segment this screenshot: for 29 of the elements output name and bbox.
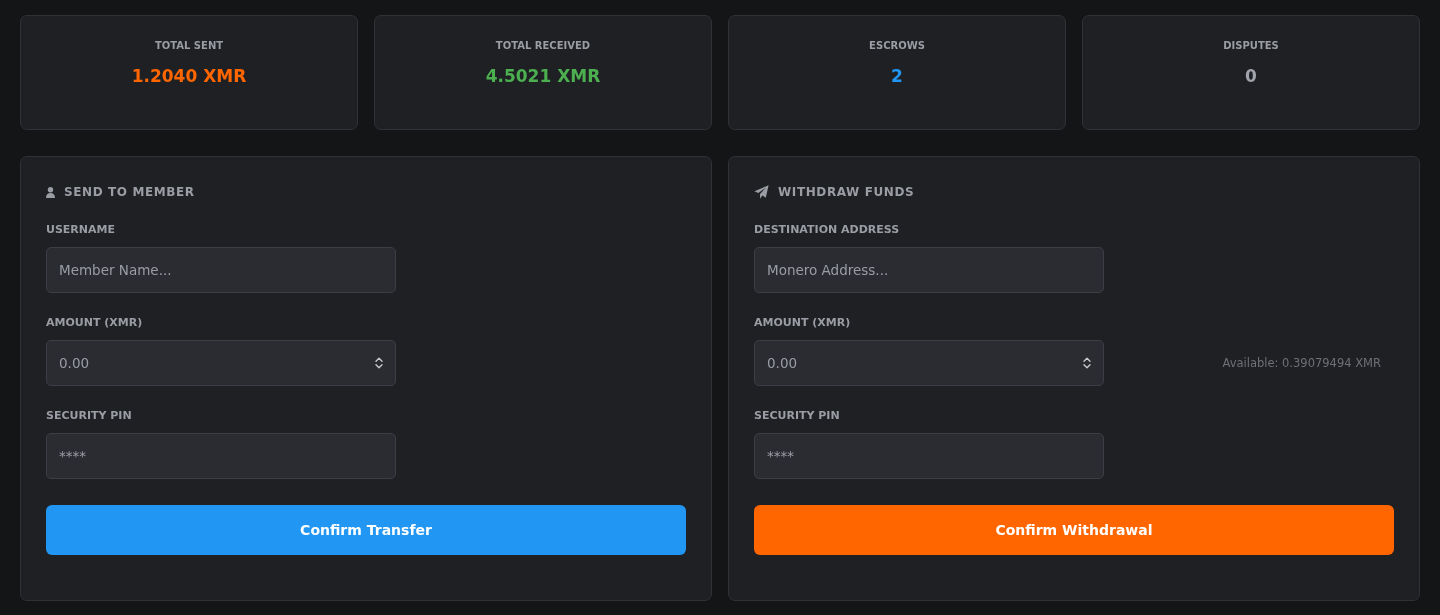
stat-value: 4.5021 XMR: [485, 65, 601, 88]
field-label: USERNAME: [46, 223, 116, 237]
stat-label: DISPUTES: [1223, 39, 1279, 53]
panel-heading: SEND TO MEMBER: [64, 184, 195, 200]
confirm-button[interactable]: Confirm Transfer: [46, 505, 686, 555]
stat-value: 0: [1245, 65, 1257, 88]
stat-label: TOTAL SENT: [154, 39, 224, 53]
field-label: AMOUNT (XMR): [754, 316, 851, 330]
stat-label: ESCROWS: [869, 39, 925, 53]
stat-label: TOTAL RECEIVED: [495, 39, 591, 53]
input-field[interactable]: Member Name...: [46, 247, 396, 293]
stat-value: 2: [891, 65, 903, 88]
confirm-button[interactable]: Confirm Withdrawal: [754, 505, 1394, 555]
pin-field[interactable]: ****: [754, 433, 1104, 479]
field-label: SECURITY PIN: [46, 409, 132, 423]
pin-field[interactable]: ****: [46, 433, 396, 479]
input-field[interactable]: Monero Address...: [754, 247, 1104, 293]
field-label: DESTINATION ADDRESS: [754, 223, 900, 237]
amount-field[interactable]: 0.00: [46, 340, 396, 386]
person-icon: [46, 186, 55, 198]
spinner-icon[interactable]: [375, 357, 383, 369]
stat-value: 1.2040 XMR: [131, 65, 247, 88]
spinner-icon[interactable]: [1083, 357, 1091, 369]
available-balance-text: Available: 0.39079494 XMR: [1222, 355, 1381, 371]
field-label: SECURITY PIN: [754, 409, 840, 423]
amount-field[interactable]: 0.00: [754, 340, 1104, 386]
paper-plane-icon: [754, 185, 769, 199]
field-label: AMOUNT (XMR): [46, 316, 143, 330]
panel-heading: WITHDRAW FUNDS: [778, 184, 915, 200]
